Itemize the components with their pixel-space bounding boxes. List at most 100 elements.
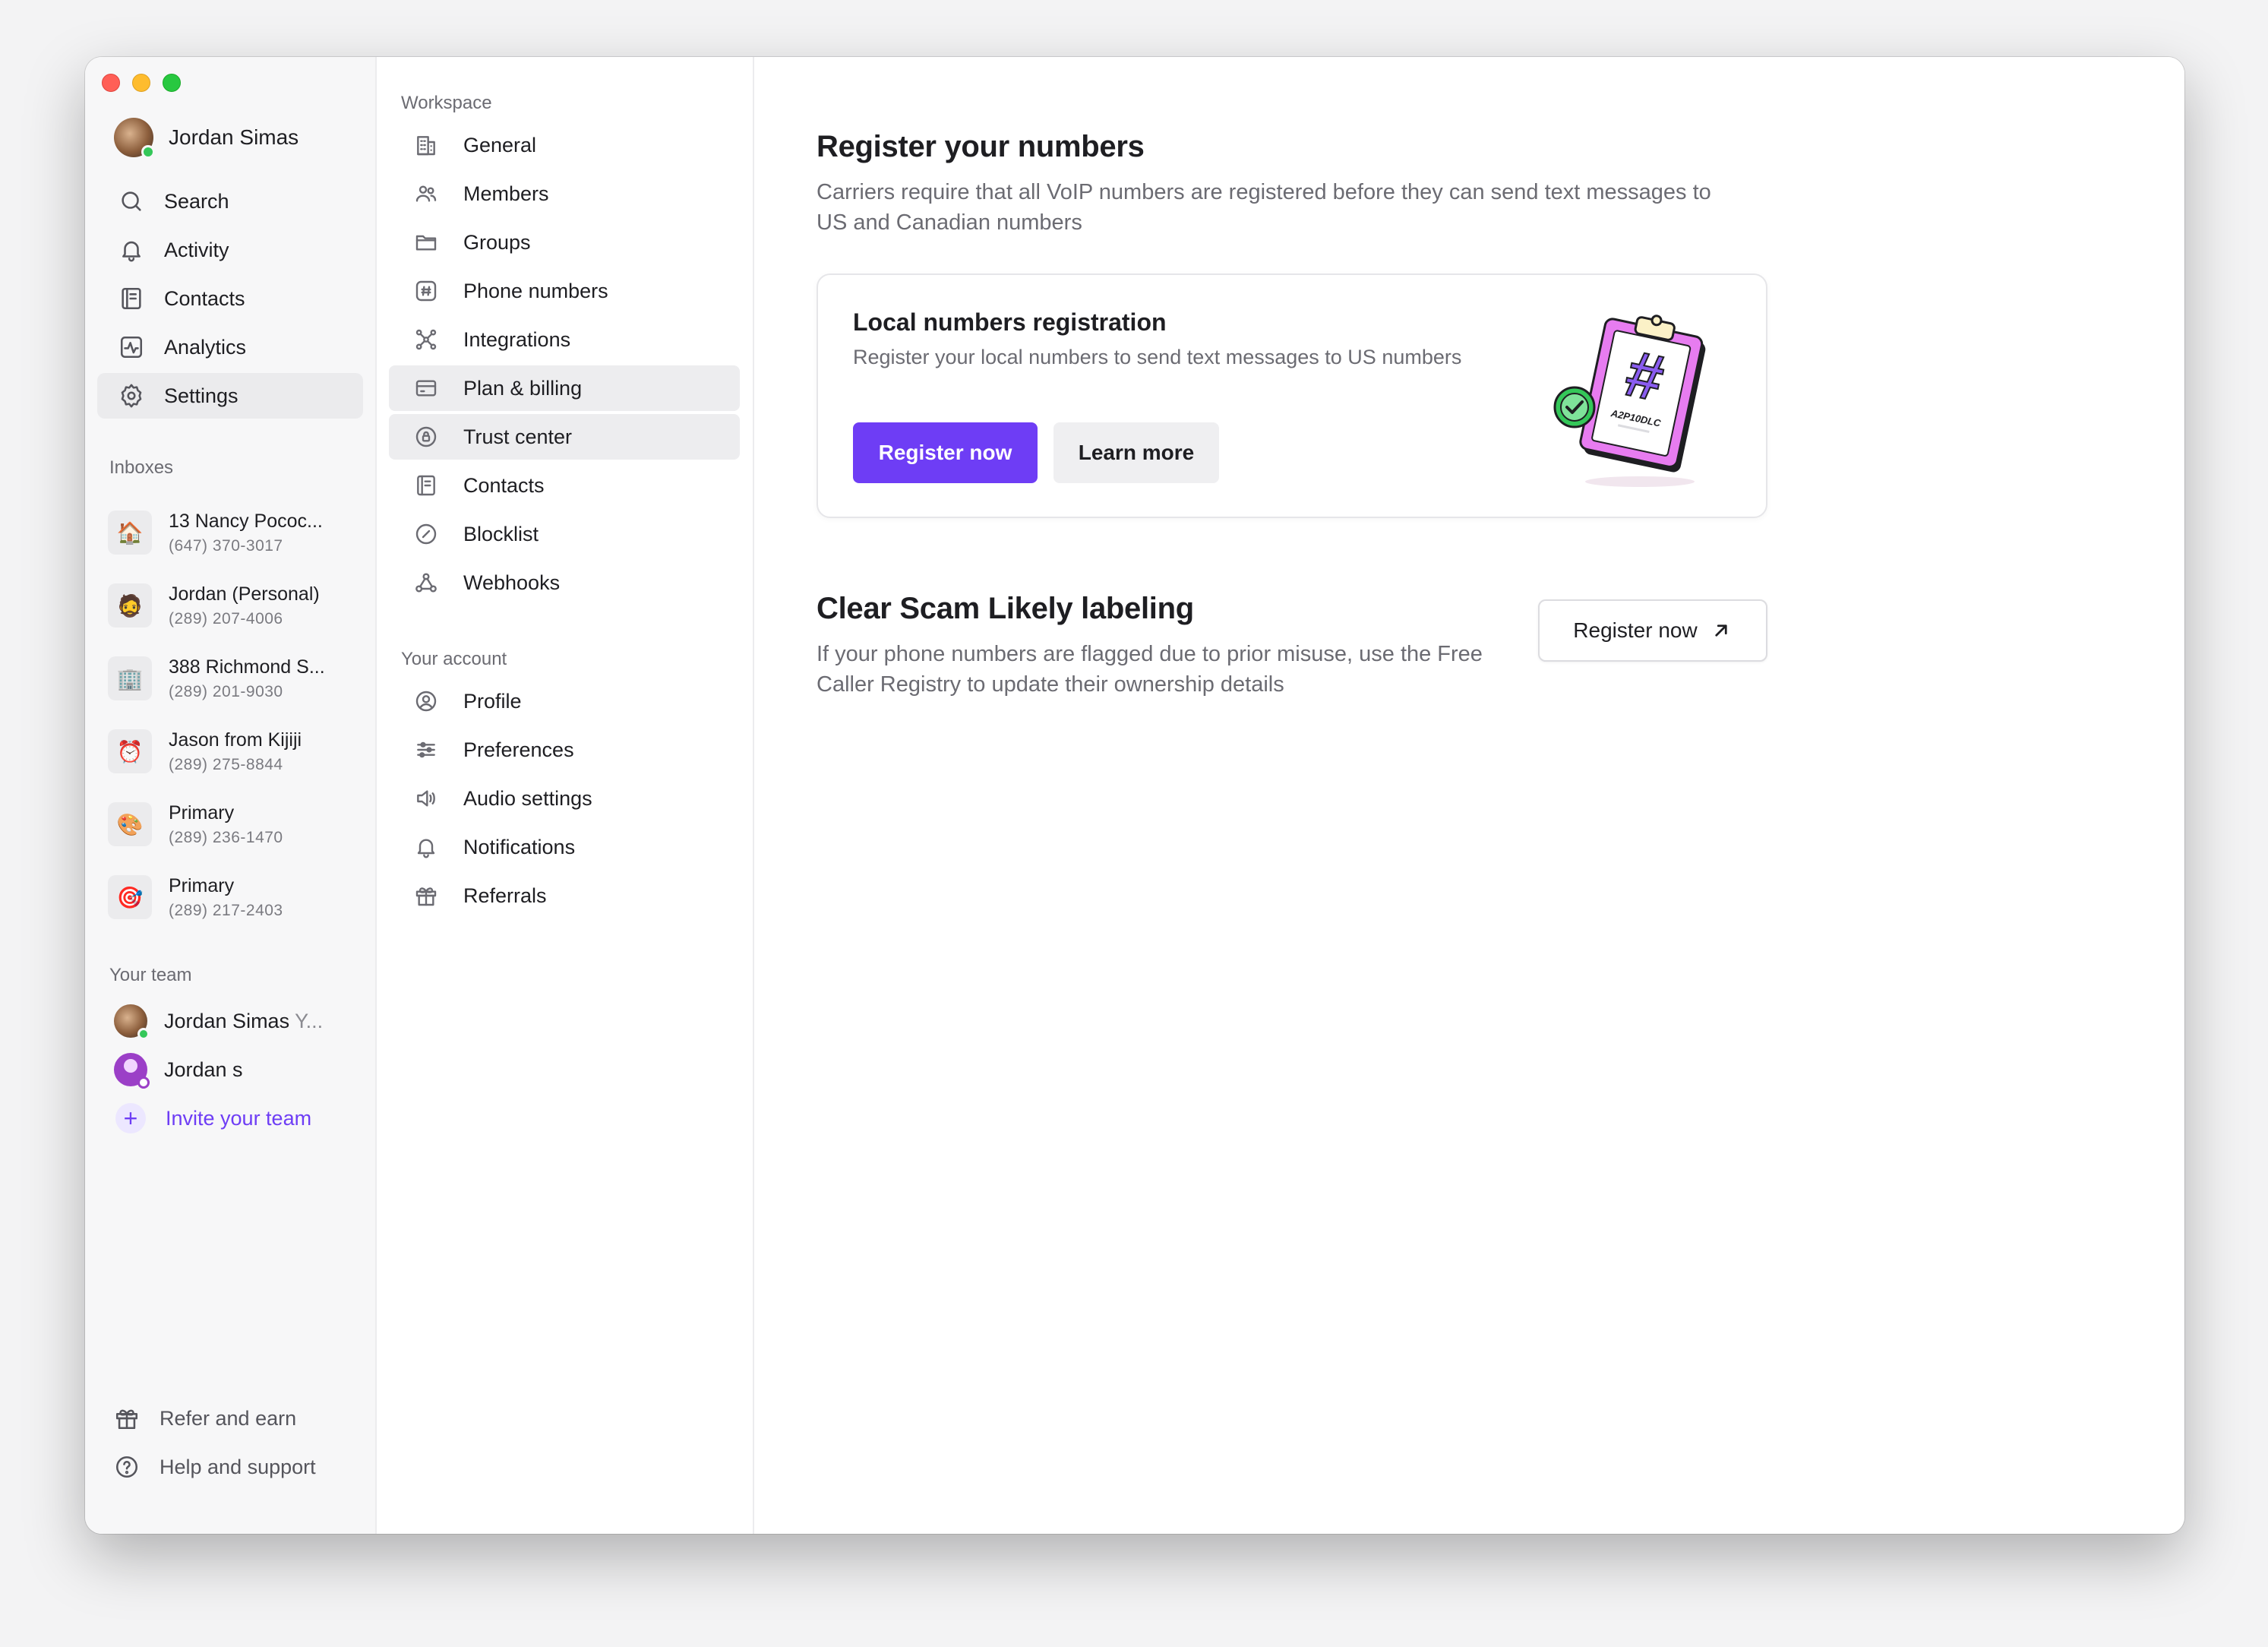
offline-status-dot xyxy=(137,1076,150,1089)
team-member-name: Jordan s xyxy=(164,1057,243,1081)
settings-label: Phone numbers xyxy=(463,279,608,302)
inbox-emoji-icon: 🧔 xyxy=(108,583,152,628)
help-and-support-link[interactable]: Help and support xyxy=(114,1443,316,1491)
settings-item-blocklist[interactable]: Blocklist xyxy=(389,511,740,557)
inbox-phone: (647) 370-3017 xyxy=(169,536,283,555)
inbox-emoji-icon: ⏰ xyxy=(108,729,152,773)
settings-label: Blocklist xyxy=(463,522,539,545)
invite-team-button[interactable]: + Invite your team xyxy=(114,1094,372,1143)
inbox-item[interactable]: 🎯 Primary (289) 217-2403 xyxy=(108,861,366,934)
zoom-window-button[interactable] xyxy=(163,74,181,92)
inbox-emoji-icon: 🎨 xyxy=(108,802,152,846)
inbox-phone: (289) 275-8844 xyxy=(169,755,283,773)
gift-icon xyxy=(413,883,439,909)
contacts-icon xyxy=(118,286,144,311)
settings-label: Preferences xyxy=(463,738,574,761)
page-subtitle: Carriers require that all VoIP numbers a… xyxy=(817,180,1711,235)
inbox-emoji-icon: 🏢 xyxy=(108,656,152,700)
settings-label: Contacts xyxy=(463,473,545,497)
settings-item-members[interactable]: Members xyxy=(389,171,740,217)
bell-icon xyxy=(413,834,439,860)
online-status-dot xyxy=(141,145,155,159)
refer-and-earn-link[interactable]: Refer and earn xyxy=(114,1394,316,1443)
settings-item-integrations[interactable]: Integrations xyxy=(389,317,740,362)
inbox-phone: (289) 236-1470 xyxy=(169,828,283,846)
gear-icon xyxy=(118,383,144,409)
inbox-item[interactable]: 🏢 388 Richmond S... (289) 201-9030 xyxy=(108,642,366,715)
external-link-arrow-icon xyxy=(1715,624,1727,637)
settings-item-groups[interactable]: Groups xyxy=(389,220,740,265)
integrations-icon xyxy=(413,327,439,352)
primary-nav: Search Activity Contacts Analytics Setti… xyxy=(97,179,363,422)
inbox-item[interactable]: 🏠 13 Nancy Pococ... (647) 370-3017 xyxy=(108,496,366,569)
user-name: Jordan Simas xyxy=(169,125,299,149)
inbox-item[interactable]: ⏰ Jason from Kijiji (289) 275-8844 xyxy=(108,715,366,788)
scam-section-title: Clear Scam Likely labeling xyxy=(817,592,1194,625)
settings-item-contacts[interactable]: Contacts xyxy=(389,463,740,508)
team-member-name: Jordan Simas xyxy=(164,1009,290,1032)
nav-label: Activity xyxy=(164,238,229,261)
nav-item-analytics[interactable]: Analytics xyxy=(97,324,363,370)
clipboard-hash-illustration: # A2P10DLC xyxy=(1553,315,1706,487)
inboxes-heading: Inboxes xyxy=(109,457,174,478)
hash-icon xyxy=(413,278,439,304)
settings-item-phone-numbers[interactable]: Phone numbers xyxy=(389,268,740,314)
settings-item-general[interactable]: General xyxy=(389,122,740,168)
team-member-suffix: Y... xyxy=(289,1009,324,1032)
settings-label: Webhooks xyxy=(463,571,561,594)
inbox-phone: (289) 201-9030 xyxy=(169,682,283,700)
sliders-icon xyxy=(413,737,439,763)
account-settings-list: Profile Preferences Audio settings Notif… xyxy=(389,678,740,921)
user-profile[interactable]: Jordan Simas xyxy=(114,118,299,159)
scam-section-description: If your phone numbers are flagged due to… xyxy=(817,642,1483,697)
nav-item-activity[interactable]: Activity xyxy=(97,227,363,273)
team-member[interactable]: Jordan s xyxy=(114,1045,372,1094)
settings-item-plan-billing[interactable]: Plan & billing xyxy=(389,365,740,411)
inbox-item[interactable]: 🎨 Primary (289) 236-1470 xyxy=(108,788,366,861)
settings-item-audio-settings[interactable]: Audio settings xyxy=(389,776,740,821)
members-icon xyxy=(413,181,439,207)
settings-item-profile[interactable]: Profile xyxy=(389,678,740,724)
settings-item-webhooks[interactable]: Webhooks xyxy=(389,560,740,605)
settings-item-referrals[interactable]: Referrals xyxy=(389,873,740,918)
settings-item-preferences[interactable]: Preferences xyxy=(389,727,740,773)
analytics-icon xyxy=(118,334,144,360)
card-title: Local numbers registration xyxy=(853,308,1167,336)
inbox-name: Jason from Kijiji xyxy=(169,729,302,751)
settings-label: Profile xyxy=(463,689,522,713)
button-label: Register now xyxy=(1573,618,1698,642)
avatar xyxy=(114,1004,150,1040)
sidebar-footer: Refer and earn Help and support xyxy=(114,1394,316,1491)
settings-label: Plan & billing xyxy=(463,376,583,400)
settings-label: Integrations xyxy=(463,327,571,351)
inbox-item[interactable]: 🧔 Jordan (Personal) (289) 207-4006 xyxy=(108,569,366,642)
settings-label: Trust center xyxy=(463,425,573,448)
inbox-phone: (289) 207-4006 xyxy=(169,609,283,628)
nav-item-settings[interactable]: Settings xyxy=(97,373,363,419)
trust-center-content: Register your numbers Carriers require t… xyxy=(754,57,2184,1534)
card-description: Register your local numbers to send text… xyxy=(853,346,1462,368)
settings-item-trust-center[interactable]: Trust center xyxy=(389,414,740,460)
page-title: Register your numbers xyxy=(817,130,1145,163)
nav-item-search[interactable]: Search xyxy=(97,179,363,224)
register-now-button[interactable]: Register now xyxy=(853,422,1038,483)
nav-item-contacts[interactable]: Contacts xyxy=(97,276,363,321)
settings-label: Referrals xyxy=(463,884,547,907)
plus-icon: + xyxy=(115,1103,146,1133)
app-window: Jordan Simas Search Activity Contacts An… xyxy=(85,57,2184,1534)
close-window-button[interactable] xyxy=(102,74,120,92)
speaker-icon xyxy=(413,786,439,811)
settings-item-notifications[interactable]: Notifications xyxy=(389,824,740,870)
settings-label: Audio settings xyxy=(463,786,592,810)
learn-more-button[interactable]: Learn more xyxy=(1053,422,1219,483)
minimize-window-button[interactable] xyxy=(132,74,150,92)
block-icon xyxy=(413,521,439,547)
free-caller-registry-button[interactable]: Register now xyxy=(1538,599,1767,662)
workspace-heading: Workspace xyxy=(401,93,492,113)
team-list: Jordan Simas Y... Jordan s + Invite your… xyxy=(114,997,372,1143)
inbox-name: 388 Richmond S... xyxy=(169,656,325,678)
team-member[interactable]: Jordan Simas Y... xyxy=(114,997,372,1045)
inbox-emoji-icon: 🎯 xyxy=(108,875,152,919)
sidebar: Jordan Simas Search Activity Contacts An… xyxy=(85,57,377,1534)
folder-icon xyxy=(413,229,439,255)
